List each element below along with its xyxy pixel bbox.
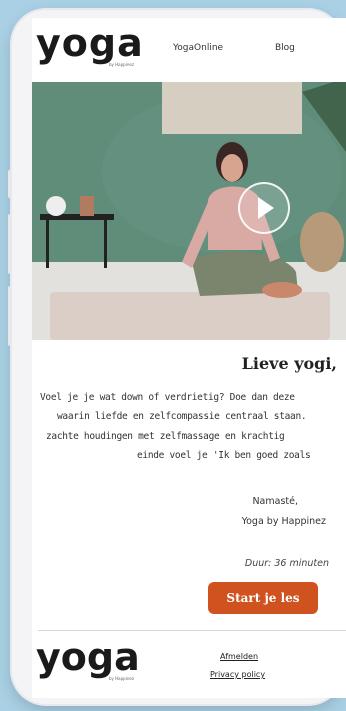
hero-image [32,82,346,340]
email-screen: yoga by Happinez YogaOnline Blog Lieve y… [32,18,346,698]
unsubscribe-link[interactable]: Afmelden [220,652,258,661]
play-button[interactable] [238,182,290,234]
rug [50,292,330,340]
footer-logo-subtitle: by Happinez [109,676,134,681]
side-button [8,170,12,198]
duration-text: Duur: 36 minuten [244,558,329,569]
nav-link-yogaonline[interactable]: YogaOnline [173,43,223,53]
body-text-line: waarin liefde en zelfcompassie centraal … [57,411,307,422]
privacy-policy-link[interactable]: Privacy policy [210,670,265,679]
start-lesson-button[interactable]: Start je les [208,582,318,614]
body-text-line: zachte houdingen met zelfmassage en krac… [46,431,285,442]
hero-video[interactable] [32,82,346,340]
body-text-line: einde voel je 'Ik ben goed zoals [137,450,311,461]
footer-yoga-logo[interactable]: yoga [36,638,140,676]
logo-subtitle: by Happinez [109,62,134,67]
email-header: yoga by Happinez YogaOnline Blog [32,18,346,80]
yoga-logo[interactable]: yoga [36,24,144,62]
nav-link-blog[interactable]: Blog [275,43,295,53]
basket [300,212,344,272]
side-button [8,286,12,346]
play-icon [258,197,274,219]
footer-divider [38,630,346,631]
greeting-heading: Lieve yogi, [241,354,337,373]
body-text-line: Voel je je wat down of verdrietig? Doe d… [40,392,295,403]
wall-hanging [162,82,302,134]
sign-off-greeting: Namasté, [252,496,298,507]
side-table [40,214,114,220]
side-button [8,214,12,274]
sign-off-name: Yoga by Happinez [241,516,326,527]
